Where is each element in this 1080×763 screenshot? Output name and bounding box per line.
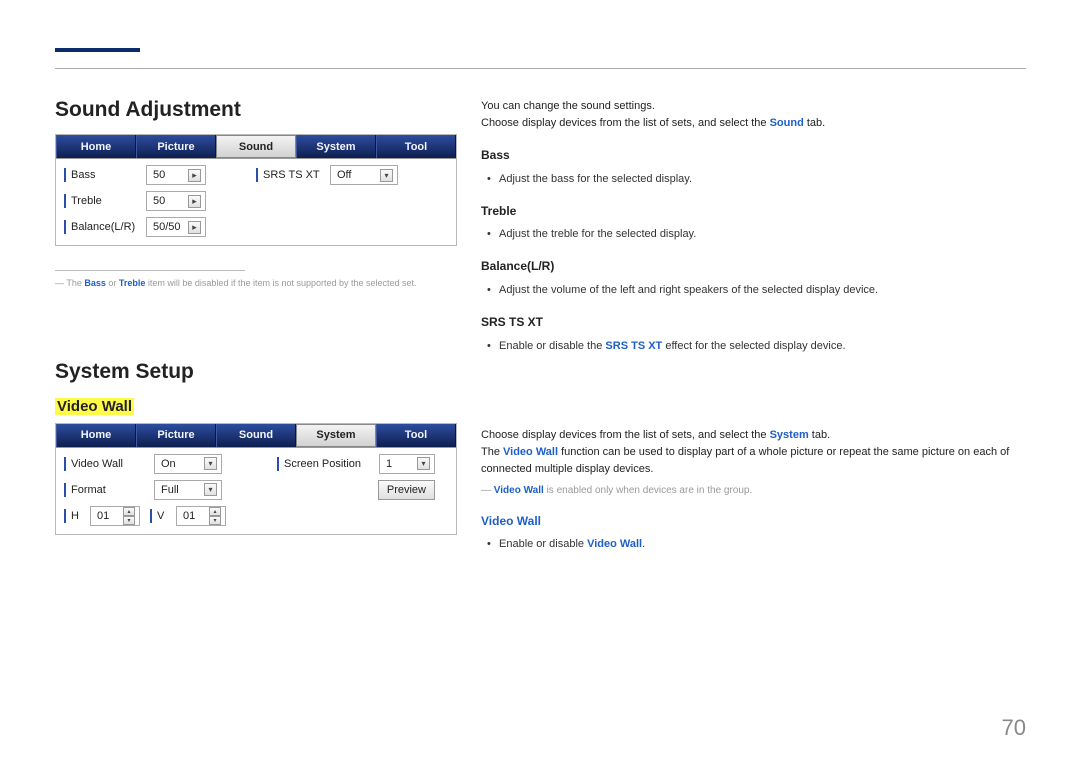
tab-tool[interactable]: Tool: [376, 424, 456, 447]
treble-desc: Adjust the treble for the selected displ…: [499, 226, 1025, 243]
tab-picture[interactable]: Picture: [136, 424, 216, 447]
treble-value: 50: [153, 195, 165, 207]
bass-value: 50: [153, 169, 165, 181]
system-p1: Choose display devices from the list of …: [481, 427, 1025, 444]
row-marker: [64, 168, 66, 182]
row-marker: [256, 168, 258, 182]
bass-heading: Bass: [481, 146, 1025, 165]
sound-tabs: Home Picture Sound System Tool: [56, 135, 456, 159]
treble-heading: Treble: [481, 202, 1025, 221]
balance-value: 50/50: [153, 221, 181, 233]
row-marker: [64, 457, 66, 471]
chevron-down-icon[interactable]: ▾: [204, 483, 217, 496]
tab-sound[interactable]: Sound: [216, 135, 296, 158]
bass-field[interactable]: 50 ▸: [146, 165, 206, 185]
format-value: Full: [161, 484, 179, 496]
page-number: 70: [1002, 715, 1026, 741]
tab-tool[interactable]: Tool: [376, 135, 456, 158]
row-marker: [277, 457, 279, 471]
h-value: 01: [97, 510, 109, 522]
h-field[interactable]: 01 ▴▾: [90, 506, 140, 526]
row-marker: [64, 509, 66, 523]
tab-home[interactable]: Home: [56, 135, 136, 158]
bass-step-icon[interactable]: ▸: [188, 169, 201, 182]
srs-select[interactable]: Off ▾: [330, 165, 398, 185]
sound-intro-2: Choose display devices from the list of …: [481, 115, 1025, 132]
system-note: ― Video Wall is enabled only when device…: [481, 484, 1025, 498]
system-p2: The Video Wall function can be used to d…: [481, 444, 1025, 478]
v-label: V: [157, 510, 171, 522]
subheading-video-wall: Video Wall: [55, 398, 457, 415]
srs-heading: SRS TS XT: [481, 313, 1025, 332]
header-decoration: [55, 48, 140, 68]
system-panel: Home Picture Sound System Tool Video Wal…: [55, 423, 457, 535]
sp-label: Screen Position: [284, 458, 374, 470]
sound-panel: Home Picture Sound System Tool Bass: [55, 134, 457, 246]
format-select[interactable]: Full ▾: [154, 480, 222, 500]
treble-step-icon[interactable]: ▸: [188, 195, 201, 208]
row-marker: [64, 220, 66, 234]
heading-system-setup: System Setup: [55, 360, 457, 384]
format-label: Format: [71, 484, 149, 496]
treble-field[interactable]: 50 ▸: [146, 191, 206, 211]
balance-desc: Adjust the volume of the left and right …: [499, 282, 1025, 299]
tab-sound[interactable]: Sound: [216, 424, 296, 447]
h-spinner-icon[interactable]: ▴▾: [123, 507, 135, 525]
vw-select[interactable]: On ▾: [154, 454, 222, 474]
tab-system[interactable]: System: [296, 424, 376, 447]
h-label: H: [71, 510, 85, 522]
treble-label: Treble: [71, 195, 141, 207]
header-rule: [55, 68, 1026, 69]
balance-step-icon[interactable]: ▸: [188, 221, 201, 234]
bass-label: Bass: [71, 169, 141, 181]
chevron-down-icon[interactable]: ▾: [204, 457, 217, 470]
balance-field[interactable]: 50/50 ▸: [146, 217, 206, 237]
row-marker: [64, 194, 66, 208]
preview-button[interactable]: Preview: [378, 480, 435, 500]
tab-picture[interactable]: Picture: [136, 135, 216, 158]
tab-system[interactable]: System: [296, 135, 376, 158]
v-value: 01: [183, 510, 195, 522]
vw-label: Video Wall: [71, 458, 149, 470]
v-field[interactable]: 01 ▴▾: [176, 506, 226, 526]
balance-heading: Balance(L/R): [481, 257, 1025, 276]
row-marker: [150, 509, 152, 523]
videowall-desc: Enable or disable Video Wall.: [499, 536, 1025, 553]
sound-intro-1: You can change the sound settings.: [481, 98, 1025, 115]
row-marker: [64, 483, 66, 497]
srs-desc: Enable or disable the SRS TS XT effect f…: [499, 338, 1025, 355]
footnote-rule: [55, 270, 245, 271]
sp-select[interactable]: 1 ▾: [379, 454, 435, 474]
videowall-heading: Video Wall: [481, 512, 1025, 531]
chevron-down-icon[interactable]: ▾: [380, 169, 393, 182]
srs-label: SRS TS XT: [263, 169, 325, 181]
balance-label: Balance(L/R): [71, 221, 141, 233]
srs-value: Off: [337, 169, 351, 181]
tab-home[interactable]: Home: [56, 424, 136, 447]
bass-desc: Adjust the bass for the selected display…: [499, 171, 1025, 188]
sp-value: 1: [386, 458, 392, 470]
system-tabs: Home Picture Sound System Tool: [56, 424, 456, 448]
chevron-down-icon[interactable]: ▾: [417, 457, 430, 470]
v-spinner-icon[interactable]: ▴▾: [209, 507, 221, 525]
vw-value: On: [161, 458, 176, 470]
footnote-sound: ― The Bass or Treble item will be disabl…: [55, 277, 457, 290]
heading-sound-adjustment: Sound Adjustment: [55, 98, 457, 122]
